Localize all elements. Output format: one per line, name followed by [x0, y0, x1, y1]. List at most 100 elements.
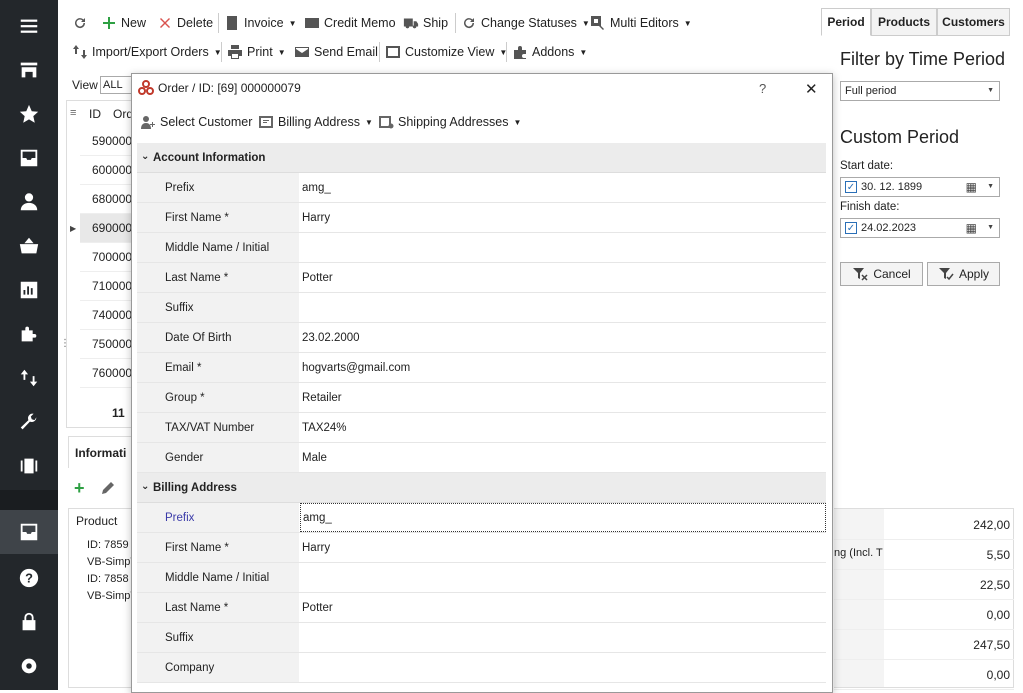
table-row[interactable]: 75 0000 [80, 330, 132, 359]
menu-icon[interactable] [0, 4, 58, 48]
close-button[interactable]: ✕ [805, 80, 818, 98]
transfer-icon[interactable] [0, 356, 58, 400]
field-value[interactable] [300, 623, 826, 652]
field-value[interactable]: Potter [300, 593, 826, 622]
field-row: First Name * Harry [137, 203, 826, 233]
field-value[interactable] [300, 293, 826, 322]
change-statuses-button[interactable]: Change Statuses ▼ [461, 12, 590, 34]
finish-date-input[interactable]: ✓ 24.02.2023 ▦ ▼ [840, 218, 1000, 238]
user-icon[interactable] [0, 180, 58, 224]
status-refresh-icon [464, 18, 475, 29]
help-icon[interactable]: ? [0, 556, 58, 600]
cards-icon[interactable] [0, 444, 58, 488]
period-select[interactable]: Full period ▼ [840, 81, 1000, 101]
puzzle-icon[interactable] [0, 312, 58, 356]
table-row[interactable]: 69 0000 [80, 214, 132, 243]
field-row: Prefix amg_ [137, 503, 826, 533]
delete-button[interactable]: Delete [157, 12, 213, 34]
caret-icon: ▼ [579, 47, 588, 57]
basket-icon[interactable] [0, 224, 58, 268]
field-value[interactable]: amg_ [300, 503, 826, 532]
calendar-icon[interactable]: ▦ [966, 221, 977, 235]
send-email-button[interactable]: Send Email [294, 41, 378, 63]
table-row[interactable]: 76 0000 [80, 359, 132, 388]
new-button[interactable]: New [101, 12, 146, 34]
field-label: Prefix [137, 503, 299, 532]
field-label: First Name * [137, 533, 299, 562]
field-label: Last Name * [137, 263, 299, 292]
lock-icon[interactable] [0, 600, 58, 644]
settings-icon[interactable] [0, 644, 58, 688]
finish-date-checkbox[interactable]: ✓ [845, 222, 857, 234]
help-button[interactable]: ? [759, 81, 766, 96]
information-tab[interactable]: Informati [68, 436, 132, 468]
dropdown-arrow-icon[interactable]: ▼ [987, 224, 994, 231]
customize-view-button[interactable]: Customize View ▼ [385, 41, 507, 63]
field-value[interactable]: TAX24% [300, 413, 826, 442]
table-row[interactable]: 74 0000 [80, 301, 132, 330]
billing-address-button[interactable]: Billing Address ▼ [258, 111, 373, 133]
invoice-button[interactable]: Invoice ▼ [224, 12, 297, 34]
chart-icon[interactable] [0, 268, 58, 312]
col-order-header[interactable]: Ord [113, 107, 133, 121]
cancel-button[interactable]: Cancel [840, 262, 923, 286]
table-row[interactable]: 59 0000 [80, 127, 132, 156]
credit-memo-button[interactable]: Credit Memo [304, 12, 396, 34]
field-value[interactable]: hogvarts@gmail.com [300, 353, 826, 382]
field-value[interactable] [300, 563, 826, 592]
select-customer-button[interactable]: Select Customer [140, 111, 252, 133]
field-value[interactable]: Harry [300, 533, 826, 562]
star-icon[interactable] [0, 92, 58, 136]
chevron-down-icon: ⌄ [141, 481, 150, 492]
field-value[interactable]: Harry [300, 203, 826, 232]
start-date-input[interactable]: ✓ 30. 12. 1899 ▦ ▼ [840, 177, 1000, 197]
ship-button[interactable]: Ship [403, 12, 448, 34]
add-user-icon [141, 116, 155, 129]
table-row[interactable]: 60 0000 [80, 156, 132, 185]
field-value[interactable]: Retailer [300, 383, 826, 412]
wrench-icon[interactable] [0, 400, 58, 444]
import-export-button[interactable]: Import/Export Orders ▼ [72, 41, 222, 63]
field-row: Company [137, 653, 826, 683]
caret-icon: ▼ [365, 117, 373, 127]
print-button[interactable]: Print ▼ [227, 41, 286, 63]
addons-button[interactable]: Addons ▼ [512, 41, 587, 63]
tab-period[interactable]: Period [821, 8, 871, 36]
shipping-addresses-button[interactable]: Shipping Addresses ▼ [378, 111, 521, 133]
multi-editors-button[interactable]: Multi Editors ▼ [590, 12, 692, 34]
start-date-checkbox[interactable]: ✓ [845, 181, 857, 193]
field-value[interactable] [300, 653, 826, 682]
tab-customers[interactable]: Customers [937, 8, 1010, 36]
field-row: Middle Name / Initial [137, 233, 826, 263]
edit-item-icon[interactable] [100, 480, 116, 499]
credit-memo-label: Credit Memo [324, 16, 396, 30]
store-icon[interactable] [0, 48, 58, 92]
splitter-handle-icon[interactable]: ⋮ [60, 338, 70, 349]
account-information-section[interactable]: ⌄ Account Information [137, 143, 826, 173]
orders-icon[interactable] [0, 510, 58, 554]
table-row[interactable]: 71 0000 [80, 272, 132, 301]
field-value[interactable]: Male [300, 443, 826, 472]
refresh-button[interactable] [72, 12, 88, 34]
inbox-icon[interactable] [0, 136, 58, 180]
field-value[interactable]: Potter [300, 263, 826, 292]
tab-products[interactable]: Products [871, 8, 937, 36]
field-value[interactable]: amg_ [300, 173, 826, 202]
calendar-icon[interactable]: ▦ [966, 180, 977, 194]
grid-menu-icon[interactable]: ≡ [70, 107, 76, 119]
add-item-icon[interactable]: + [74, 478, 85, 499]
billing-address-section[interactable]: ⌄ Billing Address [137, 473, 826, 503]
field-value[interactable]: 23.02.2000 [300, 323, 826, 352]
apply-button[interactable]: Apply [927, 262, 1000, 286]
cancel-label: Cancel [873, 267, 911, 281]
dropdown-arrow-icon[interactable]: ▼ [987, 183, 994, 190]
table-row[interactable]: 70 0000 [80, 243, 132, 272]
caret-icon: ▼ [513, 117, 522, 127]
table-row[interactable]: 68 0000 [80, 185, 132, 214]
toolbar-divider [218, 13, 219, 33]
col-id-header[interactable]: ID [89, 107, 101, 121]
total-row: 22,50 [834, 570, 1014, 600]
view-select[interactable]: ALL [100, 76, 134, 94]
field-value[interactable] [300, 233, 826, 262]
send-email-label: Send Email [314, 45, 378, 59]
